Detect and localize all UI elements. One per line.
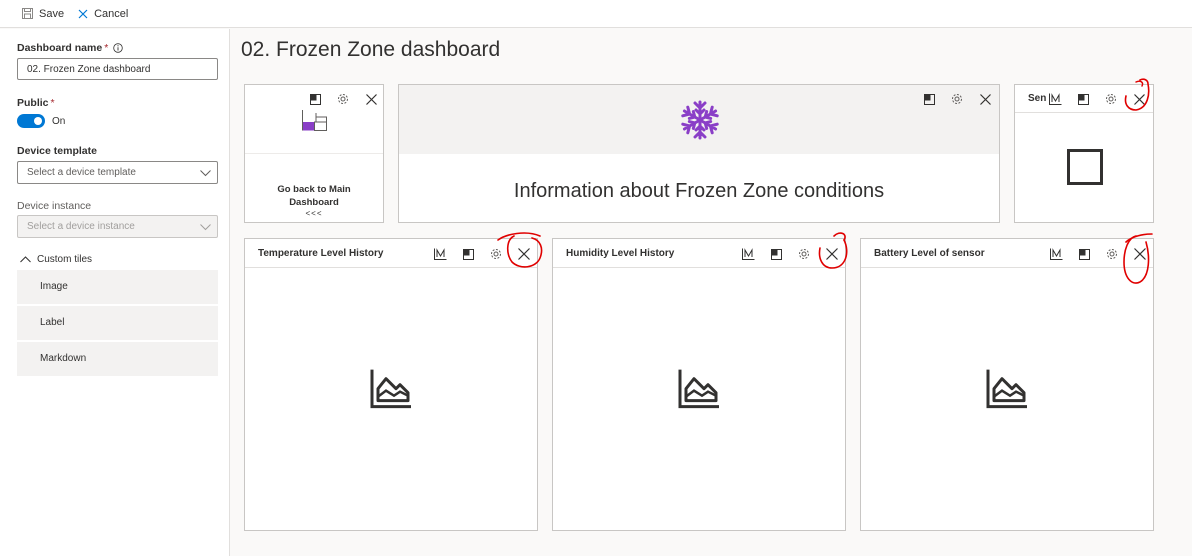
chart-tile-title: Battery Level of sensor <box>874 248 985 259</box>
save-button[interactable]: Save <box>22 8 64 20</box>
cancel-button[interactable]: Cancel <box>78 8 128 20</box>
cancel-label: Cancel <box>94 7 129 20</box>
chart-type-icon[interactable] <box>1042 246 1070 262</box>
page-title: 02. Frozen Zone dashboard <box>241 38 501 61</box>
close-icon[interactable] <box>1126 246 1153 262</box>
resize-icon[interactable] <box>454 246 482 262</box>
resize-icon[interactable] <box>762 246 790 262</box>
custom-tile-markdown[interactable]: Markdown <box>17 342 218 376</box>
resize-icon[interactable] <box>1070 246 1098 262</box>
left-panel: Dashboard name * 02. Frozen Zone dashboar… <box>0 29 230 556</box>
gear-icon[interactable] <box>1098 246 1126 262</box>
chevron-down-icon <box>200 169 211 180</box>
area-chart-icon <box>986 368 1028 411</box>
gear-icon[interactable] <box>1097 91 1125 107</box>
public-label: Public * <box>17 97 55 109</box>
gear-icon[interactable] <box>482 246 510 262</box>
device-instance-select[interactable]: Select a device instance <box>17 215 218 238</box>
link-tile-text[interactable]: Go back to Main Dashboard <box>245 183 383 209</box>
label-tile-text: Information about Frozen Zone conditions <box>513 180 885 202</box>
info-icon[interactable] <box>113 43 123 53</box>
public-toggle[interactable] <box>17 114 45 128</box>
resize-icon[interactable] <box>1069 91 1097 107</box>
custom-tiles-toggle[interactable]: Custom tiles <box>20 254 92 265</box>
square-icon <box>1067 149 1103 188</box>
device-instance-label: Device instance <box>17 200 92 212</box>
chart-tile-title: Humidity Level History <box>566 248 675 259</box>
public-toggle-state: On <box>52 116 66 127</box>
link-tile[interactable]: Go back to Main Dashboard <<< <box>244 84 384 223</box>
close-icon <box>78 9 88 19</box>
snowflake-icon <box>679 99 721 144</box>
link-image-icon <box>302 109 328 134</box>
chevron-up-icon <box>20 256 31 263</box>
gear-icon[interactable] <box>329 91 357 107</box>
resize-icon[interactable] <box>301 91 329 107</box>
area-chart-icon <box>678 368 720 411</box>
humidity-chart-tile[interactable]: Humidity Level History <box>552 238 846 531</box>
chart-type-icon[interactable] <box>1041 91 1069 107</box>
chart-type-icon[interactable] <box>426 246 454 262</box>
close-icon[interactable] <box>357 91 383 107</box>
custom-tiles-header: Custom tiles <box>37 254 93 265</box>
label-tile[interactable]: Information about Frozen Zone conditions <box>398 84 1000 223</box>
save-icon <box>22 8 33 19</box>
gear-icon[interactable] <box>943 91 971 107</box>
dashboard-name-label: Dashboard name * <box>17 42 123 54</box>
area-chart-icon <box>370 368 412 411</box>
device-template-label: Device template <box>17 145 97 157</box>
save-label: Save <box>39 7 65 20</box>
custom-tile-label[interactable]: Label <box>17 306 218 340</box>
chart-type-icon[interactable] <box>734 246 762 262</box>
close-icon[interactable] <box>818 246 845 262</box>
custom-tile-image[interactable]: Image <box>17 270 218 304</box>
chevron-down-icon <box>200 223 211 234</box>
resize-icon[interactable] <box>915 91 943 107</box>
link-tile-arrows: <<< <box>305 209 323 218</box>
chart-tile-title: Temperature Level History <box>258 248 384 259</box>
close-icon[interactable] <box>510 246 537 262</box>
close-icon[interactable] <box>1125 91 1153 107</box>
device-template-select[interactable]: Select a device template <box>17 161 218 184</box>
command-bar: Save Cancel <box>0 0 1192 28</box>
dashboard-name-input[interactable]: 02. Frozen Zone dashboard <box>17 58 218 80</box>
gear-icon[interactable] <box>790 246 818 262</box>
sensor-tile[interactable]: Sen <box>1014 84 1154 223</box>
close-icon[interactable] <box>971 91 999 107</box>
battery-chart-tile[interactable]: Battery Level of sensor <box>860 238 1154 531</box>
temperature-chart-tile[interactable]: Temperature Level History <box>244 238 538 531</box>
